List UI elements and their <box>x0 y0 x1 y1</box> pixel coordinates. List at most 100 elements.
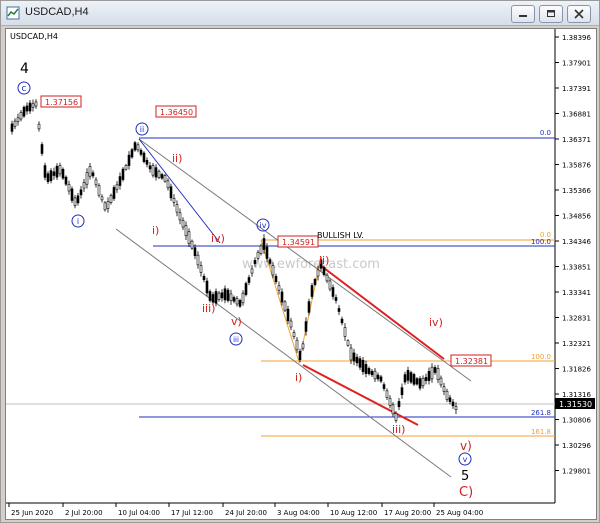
candle-body <box>283 301 287 311</box>
time-tick-label: 10 Jul 04:00 <box>118 509 160 517</box>
candle-body <box>97 185 101 196</box>
candle-body <box>124 165 128 170</box>
candle-body <box>298 350 302 361</box>
candle-body <box>223 288 227 301</box>
candle-body <box>28 102 32 112</box>
candle-body <box>394 413 398 421</box>
candle-body <box>244 283 248 295</box>
time-tick-label: 25 Aug 04:00 <box>436 509 483 517</box>
candle-body <box>262 238 266 250</box>
candle-body <box>19 112 23 120</box>
candle-body <box>232 297 236 302</box>
close-button[interactable] <box>567 5 591 23</box>
candle-body <box>205 280 209 294</box>
candle-body <box>292 332 296 337</box>
candle-body <box>166 180 170 189</box>
price-tick-label: 1.33851 <box>562 264 591 272</box>
wave-4: 4 <box>20 61 29 77</box>
candle-body <box>91 172 95 177</box>
maximize-button[interactable] <box>539 5 563 23</box>
time-tick-label: 17 Aug 20:00 <box>384 509 431 517</box>
candle-body <box>379 376 383 382</box>
price-tick-label: 1.37391 <box>562 85 591 93</box>
candle-body <box>274 275 278 283</box>
price-tick-label: 1.31316 <box>562 391 591 399</box>
candle-body <box>427 371 431 381</box>
candle-body <box>88 166 92 177</box>
price-box-2: 1.36450 <box>155 105 197 118</box>
candle-body <box>34 101 38 107</box>
price-tick-label: 1.35366 <box>562 187 591 195</box>
candle-body <box>430 366 434 380</box>
candle-body <box>172 197 176 203</box>
candle-body <box>400 387 404 396</box>
candle-body <box>289 320 293 328</box>
candle-body <box>58 165 62 175</box>
candle-body <box>13 120 17 127</box>
price-tick-label: 1.36881 <box>562 111 591 119</box>
fib-label-0-top: 0.0 <box>540 129 551 137</box>
wave-red-ii-2: ii) <box>319 254 329 267</box>
wave-iv-blue: iv <box>256 218 270 232</box>
svg-text:ii: ii <box>140 125 144 134</box>
candle-body <box>109 195 113 203</box>
candle-body <box>325 274 329 282</box>
time-tick-label: 10 Aug 12:00 <box>330 509 377 517</box>
candle-body <box>409 372 413 383</box>
wave-red-iv-1: iv) <box>211 232 225 245</box>
candle-body <box>196 254 200 266</box>
candle-body <box>304 321 308 332</box>
candle-body <box>154 167 158 178</box>
wave-ii-blue: ii <box>135 122 149 136</box>
channel-line-upper <box>138 138 472 382</box>
candle-body <box>340 318 344 324</box>
candle-body <box>43 165 47 178</box>
candle-body <box>202 275 206 281</box>
price-axis: 1.38396 1.37901 1.37391 1.36881 1.36371 1.358… <box>555 34 591 476</box>
candle-body <box>190 240 194 249</box>
time-axis: 25 Jun 2020 2 Jul 20:00 10 Jul 04:00 17 Jul… <box>8 503 483 517</box>
svg-text:1.36450: 1.36450 <box>160 108 193 117</box>
candle-body <box>199 265 203 273</box>
candle-body <box>421 377 425 387</box>
candle-body <box>94 179 98 186</box>
candle-body <box>334 297 338 301</box>
title-bar[interactable]: USDCAD,H4 <box>1 1 599 26</box>
wave-5: 5 <box>461 469 469 484</box>
price-box-4: 1.32381 <box>450 354 492 367</box>
candle-body <box>70 188 74 201</box>
candle-body <box>100 196 104 201</box>
svg-text:iii: iii <box>233 336 239 344</box>
chart-app-icon <box>6 6 20 20</box>
wave-red-iii-2: iii) <box>392 423 405 436</box>
candle-body <box>130 149 134 158</box>
candle-body <box>79 189 83 196</box>
candle-body <box>277 285 281 291</box>
candle-body <box>295 339 299 351</box>
fib-label-2618: 261.8 <box>531 409 551 417</box>
fib-label-1618: 161.8 <box>531 428 551 436</box>
price-tick-label: 1.37901 <box>562 60 591 68</box>
candle-body <box>49 170 53 181</box>
fib-label-100-mid: 100.0 <box>531 238 551 246</box>
candle-body <box>385 390 389 398</box>
candle-body <box>235 298 239 305</box>
candle-body <box>76 195 80 204</box>
minimize-button[interactable] <box>511 5 535 23</box>
candle-body <box>439 377 443 386</box>
candle-body <box>313 279 317 285</box>
candle-body <box>64 176 68 185</box>
candle-body <box>142 152 146 162</box>
candle-body <box>247 277 251 283</box>
candle-body <box>160 174 164 179</box>
price-tick-label: 1.35876 <box>562 162 591 170</box>
price-chart[interactable]: USDCAD,H4 www.ewforecast.com <box>5 28 597 520</box>
chart-window: USDCAD,H4 USDCAD,H4 www.ewforecast.com <box>0 0 600 523</box>
candle-body <box>103 202 107 211</box>
candle-body <box>163 175 167 182</box>
candle-body <box>241 292 245 304</box>
price-tick-label: 1.30806 <box>562 417 591 425</box>
candle-body <box>448 397 452 402</box>
candle-body <box>322 267 326 275</box>
price-box-3: 1.34591 <box>277 235 319 248</box>
